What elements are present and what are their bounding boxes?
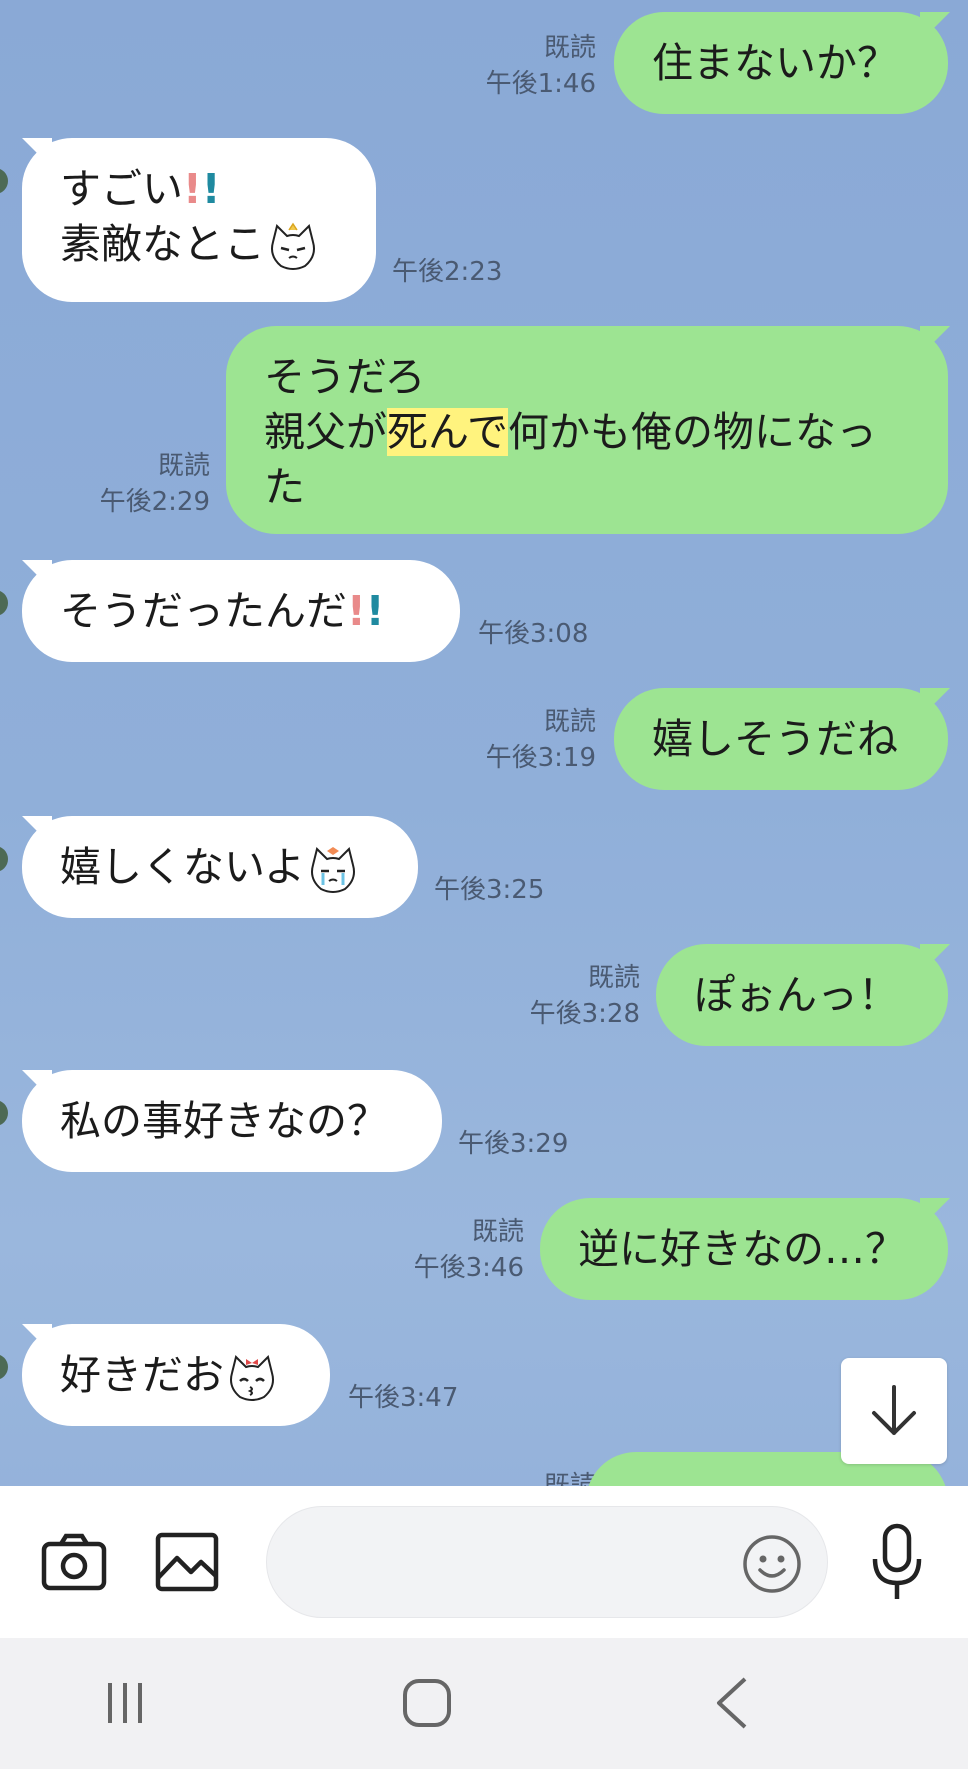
received-message-bubble[interactable]: 好きだお [22, 1324, 330, 1426]
message-time: 午後3:25 [434, 875, 545, 905]
message-text: すごい [60, 165, 183, 213]
message-meta: 既読 [396, 1468, 596, 1486]
read-receipt: 既読 [543, 1471, 596, 1486]
message-text: 嬉しくないよ [60, 843, 306, 891]
message-text: 逆に好きなの…？ [578, 1225, 906, 1273]
message-meta: 午後2:23 [392, 254, 592, 290]
chat-area[interactable]: 既読 午後1:46 住まないか？ すごい!! 素敵なとこ 午後2:23 既読 午… [0, 0, 968, 1486]
double-exclamation-icon: !! [347, 587, 385, 635]
sent-message-bubble[interactable]: 住まないか？ [614, 12, 948, 114]
home-icon [403, 1679, 451, 1727]
message-meta: 午後3:25 [434, 872, 634, 908]
message-meta: 午後3:47 [348, 1380, 548, 1416]
camera-icon [41, 1533, 107, 1591]
message-text: た [264, 463, 305, 511]
cat-crying-icon [311, 847, 356, 893]
microphone-button[interactable] [864, 1520, 930, 1606]
message-meta: 既読 午後3:46 [324, 1214, 524, 1286]
recent-apps-icon [108, 1683, 142, 1723]
highlighted-text: 死んで [387, 408, 508, 456]
message-meta: 既読 午後1:46 [396, 30, 596, 102]
scroll-to-bottom-button[interactable] [841, 1358, 947, 1464]
read-receipt: 既読 [543, 707, 596, 737]
home-button[interactable] [392, 1668, 462, 1738]
message-text: 住まないか？ [652, 39, 898, 87]
image-icon [155, 1532, 219, 1592]
sent-message-bubble[interactable]: ぽぉんっ！ [656, 944, 948, 1046]
message-time: 午後3:29 [458, 1129, 569, 1159]
message-meta: 既読 午後3:19 [396, 704, 596, 776]
double-exclamation-icon: !! [183, 165, 221, 213]
message-time: 午後2:23 [392, 257, 503, 287]
received-message-bubble[interactable]: 私の事好きなの？ [22, 1070, 442, 1172]
message-meta: 既読 午後2:29 [10, 448, 210, 520]
avatar[interactable] [0, 590, 8, 616]
camera-button[interactable] [34, 1526, 114, 1598]
received-message-bubble[interactable]: 嬉しくないよ [22, 816, 418, 918]
message-time: 午後2:29 [99, 487, 210, 517]
avatar[interactable] [0, 1354, 8, 1380]
sent-message-bubble[interactable]: 逆に好きなの…？ [540, 1198, 948, 1300]
cat-kiss-icon [230, 1355, 274, 1401]
message-text: ぽぉんっ！ [694, 971, 899, 1019]
smiley-icon [743, 1535, 801, 1593]
message-text: そうだろ [264, 353, 426, 401]
received-message-bubble[interactable]: すごい!! 素敵なとこ [22, 138, 376, 302]
recent-apps-button[interactable] [90, 1668, 160, 1738]
message-text: 嬉しそうだね [652, 715, 898, 763]
system-navigation-bar [0, 1638, 968, 1769]
received-message-bubble[interactable]: そうだったんだ!! [22, 560, 460, 662]
read-receipt: 既読 [157, 451, 210, 481]
cat-annoyed-icon [271, 222, 315, 270]
message-time: 午後3:28 [529, 999, 640, 1029]
read-receipt: 既読 [587, 963, 640, 993]
emoji-button[interactable] [741, 1533, 803, 1595]
message-time: 午後1:46 [485, 69, 596, 99]
message-text: 何かも俺の物になっ [507, 408, 877, 456]
message-text: 私の事好きなの？ [60, 1097, 388, 1145]
message-meta: 午後3:08 [478, 616, 678, 652]
image-button[interactable] [150, 1526, 224, 1598]
avatar[interactable] [0, 168, 8, 194]
message-time: 午後3:47 [348, 1383, 459, 1413]
avatar[interactable] [0, 846, 8, 872]
message-text: 親父が [264, 408, 387, 456]
message-input-bar [0, 1486, 968, 1638]
sent-message-bubble[interactable]: そうだろ 親父が死んで何かも俺の物になっ た [226, 326, 948, 534]
message-meta: 午後3:29 [458, 1126, 658, 1162]
message-meta: 既読 午後3:28 [440, 960, 640, 1032]
message-time: 午後3:19 [485, 743, 596, 773]
avatar[interactable] [0, 1100, 8, 1126]
arrow-down-icon [872, 1385, 916, 1435]
sent-message-bubble[interactable]: 嬉しそうだね [614, 688, 948, 790]
message-text: そうだったんだ [60, 587, 347, 635]
back-icon [717, 1677, 747, 1729]
message-text: 素敵なとこ [60, 220, 265, 268]
message-time: 午後3:08 [478, 619, 589, 649]
read-receipt: 既読 [471, 1217, 524, 1247]
message-text: 好きだお [60, 1351, 224, 1399]
back-button[interactable] [696, 1668, 766, 1738]
message-input[interactable] [266, 1506, 828, 1618]
read-receipt: 既読 [543, 33, 596, 63]
microphone-icon [872, 1523, 922, 1599]
message-time: 午後3:46 [413, 1253, 524, 1283]
